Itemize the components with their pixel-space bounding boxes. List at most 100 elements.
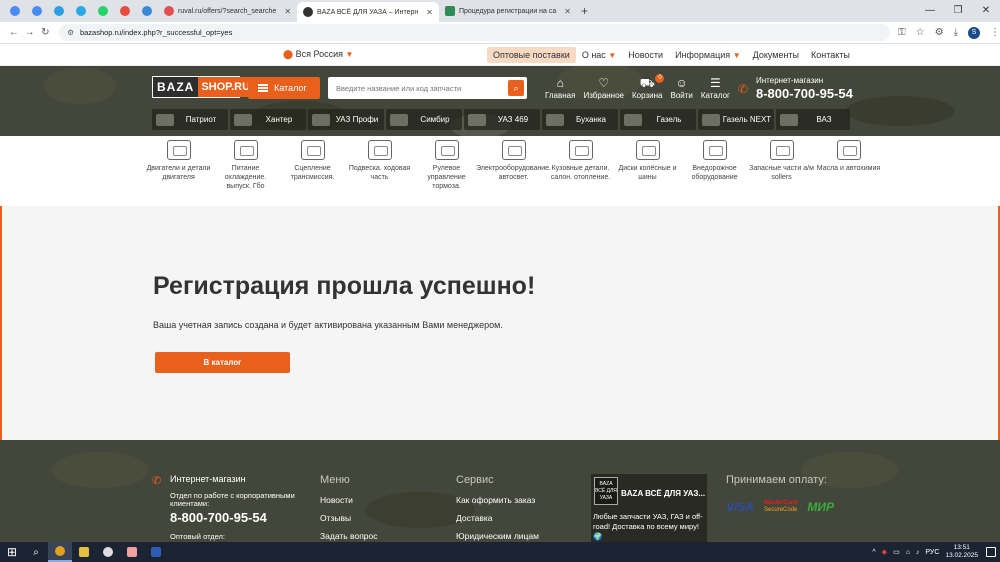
category-item[interactable]: Рулевое управление тормоза.: [413, 140, 480, 191]
promo-logo: BAZA ВСЁ ДЛЯ УАЗА: [594, 477, 618, 505]
antivirus-icon[interactable]: ◆: [882, 548, 887, 556]
site-info-icon[interactable]: ⚙: [67, 28, 74, 37]
close-window-icon[interactable]: ✕: [972, 0, 1000, 22]
maximize-icon[interactable]: ❐: [944, 0, 972, 22]
bookmark-star-icon[interactable]: ☆: [916, 27, 925, 38]
user-icon: ☺: [675, 76, 688, 90]
close-tab-icon[interactable]: ✕: [284, 7, 291, 16]
footer-phone-link[interactable]: 8-800-700-95-54: [170, 510, 267, 525]
footer-link-delivery[interactable]: Доставка: [456, 513, 539, 523]
paint-icon[interactable]: [120, 542, 144, 562]
category-item[interactable]: Запасные части а/м sollers: [748, 140, 815, 191]
downloads-icon[interactable]: ⤓: [954, 27, 958, 38]
header-home-link[interactable]: ⌂ Главная: [545, 76, 575, 100]
footer-link-ask[interactable]: Задать вопрос: [320, 531, 378, 541]
notification-icon[interactable]: [986, 547, 996, 557]
file-explorer-icon[interactable]: [72, 542, 96, 562]
model-link[interactable]: Хантер: [230, 109, 306, 130]
tab-ruval[interactable]: ruval.ru/offers/?search_searche ✕: [158, 2, 297, 20]
social-promo-card[interactable]: BAZA ВСЁ ДЛЯ УАЗА BAZA ВСЁ ДЛЯ УАЗ... Лю…: [591, 474, 707, 542]
category-icon: [501, 140, 526, 160]
car-icon: [156, 113, 174, 126]
catalog-button[interactable]: Каталог: [248, 77, 320, 99]
tab-bazashop[interactable]: BAZA ВСЁ ДЛЯ УАЗА – Интерн ✕: [297, 2, 439, 22]
reload-icon[interactable]: ↻: [37, 27, 53, 38]
header-catalog-link[interactable]: ☰ Каталог: [701, 76, 730, 100]
pinned-tab-6[interactable]: [136, 2, 158, 20]
pinned-tab-0[interactable]: [4, 2, 26, 20]
car-icon: [624, 113, 642, 126]
category-item[interactable]: Питание охлаждение. выпуск. Гбо: [212, 140, 279, 191]
category-item[interactable]: Сцепление трансмиссия.: [279, 140, 346, 191]
model-link[interactable]: Газель NEXT: [698, 109, 774, 130]
pinned-tab-3[interactable]: [70, 2, 92, 20]
footer-link-reviews[interactable]: Отзывы: [320, 513, 378, 523]
minimize-icon[interactable]: —: [916, 0, 944, 22]
search-input[interactable]: [328, 77, 503, 99]
volume-icon[interactable]: ♪: [916, 549, 920, 556]
footer-link-order[interactable]: Как оформить заказ: [456, 495, 539, 505]
search-icon[interactable]: ⌕: [508, 80, 524, 96]
header-cart-link[interactable]: ⛟ 0 Корзина: [632, 74, 665, 100]
car-icon: [546, 113, 564, 126]
model-link[interactable]: УАЗ 469: [464, 109, 540, 130]
close-tab-icon[interactable]: ✕: [564, 7, 571, 16]
model-link[interactable]: Симбир: [386, 109, 462, 130]
new-tab-icon[interactable]: +: [581, 4, 588, 18]
word-icon[interactable]: [144, 542, 168, 562]
category-item[interactable]: Кузовные детали. салон. отопление.: [547, 140, 614, 191]
category-item[interactable]: Электрооборудование. автосвет.: [476, 140, 551, 191]
cart-icon: ⛟: [639, 76, 655, 90]
app-icon[interactable]: [96, 542, 120, 562]
nav-documents[interactable]: Документы: [747, 47, 805, 63]
region-selector[interactable]: ⬤ Вся Россия ▼: [283, 49, 353, 60]
close-tab-icon[interactable]: ✕: [426, 8, 433, 17]
model-link[interactable]: УАЗ Профи: [308, 109, 384, 130]
window-controls: — ❐ ✕: [916, 0, 1000, 22]
footer-link-news[interactable]: Новости: [320, 495, 378, 505]
pinned-tab-5[interactable]: [114, 2, 136, 20]
footer-link-legal[interactable]: Юридическим лицам: [456, 531, 539, 541]
menu-kebab-icon[interactable]: ⋮: [990, 27, 1000, 38]
category-item[interactable]: Масла и автохимия: [815, 140, 882, 191]
display-icon[interactable]: ▭: [893, 548, 900, 556]
model-link[interactable]: Газель: [620, 109, 696, 130]
forward-icon[interactable]: →: [22, 27, 38, 38]
browser-tab-bar: ruval.ru/offers/?search_searche ✕ BAZA В…: [0, 0, 1000, 22]
model-link[interactable]: Патриот: [152, 109, 228, 130]
chevron-up-icon[interactable]: ^: [872, 549, 875, 556]
pinned-tab-4[interactable]: [92, 2, 114, 20]
go-to-catalog-button[interactable]: В каталог: [155, 352, 290, 373]
nav-news[interactable]: Новости: [622, 47, 669, 63]
header-favorites-link[interactable]: ♡ Избранное: [583, 76, 624, 100]
chrome-icon[interactable]: [48, 542, 72, 562]
network-icon[interactable]: ⌂: [906, 549, 910, 556]
category-item[interactable]: Подвеска. ходовая часть: [346, 140, 413, 191]
tab-registration[interactable]: Процедура регистрации на са ✕: [439, 2, 577, 20]
windows-start-icon[interactable]: ⊞: [0, 542, 24, 562]
language-indicator[interactable]: РУС: [925, 549, 939, 556]
pinned-tab-2[interactable]: [48, 2, 70, 20]
category-item[interactable]: Двигатели и детали двигателя: [145, 140, 212, 191]
url-field[interactable]: ⚙ bazashop.ru/index.php?r_successful_opt…: [59, 24, 891, 41]
model-link[interactable]: Буханка: [542, 109, 618, 130]
category-item[interactable]: Диски колёсные и шины: [614, 140, 681, 191]
extensions-icon[interactable]: ⚙: [935, 27, 944, 38]
nav-contacts[interactable]: Контакты: [805, 47, 856, 63]
category-item[interactable]: Внедорожное оборудование: [681, 140, 748, 191]
nav-wholesale[interactable]: Оптовые поставки: [487, 47, 576, 63]
nav-info[interactable]: Информация ▼: [669, 47, 747, 63]
chevron-down-icon: ▼: [732, 51, 741, 60]
model-link[interactable]: ВАЗ: [776, 109, 850, 130]
key-icon[interactable]: ⚿: [898, 27, 906, 38]
clock[interactable]: 13:51 13.02.2025: [945, 544, 978, 560]
phone-number-link[interactable]: 8-800-700-95-54: [756, 86, 853, 101]
site-logo[interactable]: BAZA SHOP.RU: [152, 76, 254, 98]
back-icon[interactable]: ←: [6, 27, 22, 38]
mir-logo: МИР: [807, 500, 835, 514]
header-login-link[interactable]: ☺ Войти: [670, 76, 692, 100]
profile-avatar[interactable]: S: [968, 26, 981, 39]
pinned-tab-1[interactable]: [26, 2, 48, 20]
search-icon[interactable]: ⌕: [24, 542, 48, 562]
nav-about[interactable]: О нас ▼: [576, 47, 622, 63]
